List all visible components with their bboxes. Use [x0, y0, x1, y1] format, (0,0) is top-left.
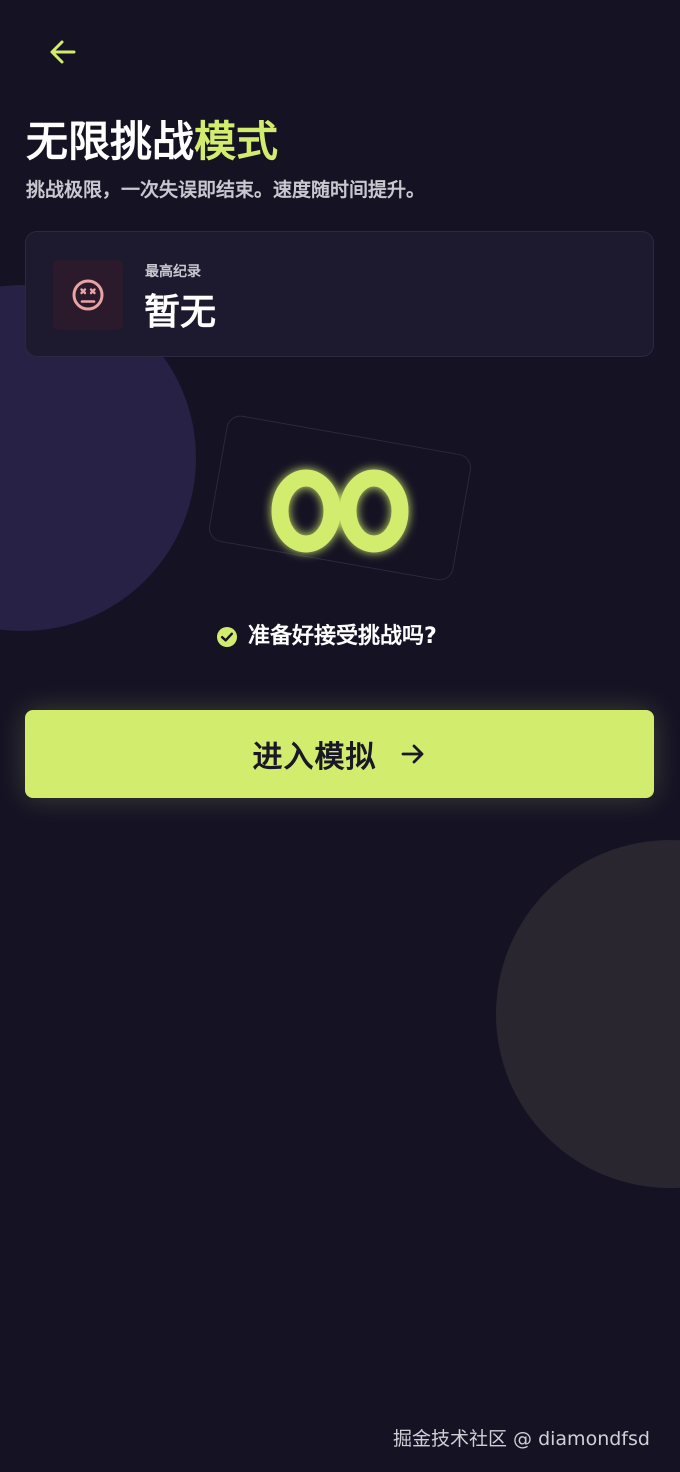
title-accent: 模式: [194, 117, 279, 166]
infinity-icon: [271, 469, 409, 553]
decorative-circle-right: [496, 840, 680, 1188]
arrow-right-icon: [401, 744, 423, 764]
ready-text: 准备好接受挑战吗?: [248, 624, 437, 649]
enter-simulation-button[interactable]: 进入模拟: [25, 710, 654, 798]
title-plain: 无限挑战: [26, 117, 195, 166]
page-subtitle: 挑战极限，一次失误即结束。速度随时间提升。: [26, 179, 426, 201]
dizzy-face-icon: [72, 279, 104, 311]
check-circle-icon: [217, 627, 237, 647]
watermark: 掘金技术社区 @ diamondfsd: [393, 1428, 650, 1450]
enter-button-label: 进入模拟: [252, 740, 377, 775]
page-title: 无限挑战模式: [26, 114, 278, 170]
back-button[interactable]: [34, 30, 92, 74]
record-label: 最高纪录: [145, 264, 201, 280]
challenge-mode-screen: 无限挑战模式 挑战极限，一次失误即结束。速度随时间提升。 最高纪录 暂无 准备好…: [0, 0, 680, 1472]
record-value: 暂无: [144, 292, 217, 333]
best-record-card: 最高纪录 暂无: [25, 231, 654, 357]
record-icon-box: [53, 260, 123, 330]
arrow-left-icon: [50, 40, 76, 64]
ready-prompt: 准备好接受挑战吗?: [216, 622, 437, 652]
